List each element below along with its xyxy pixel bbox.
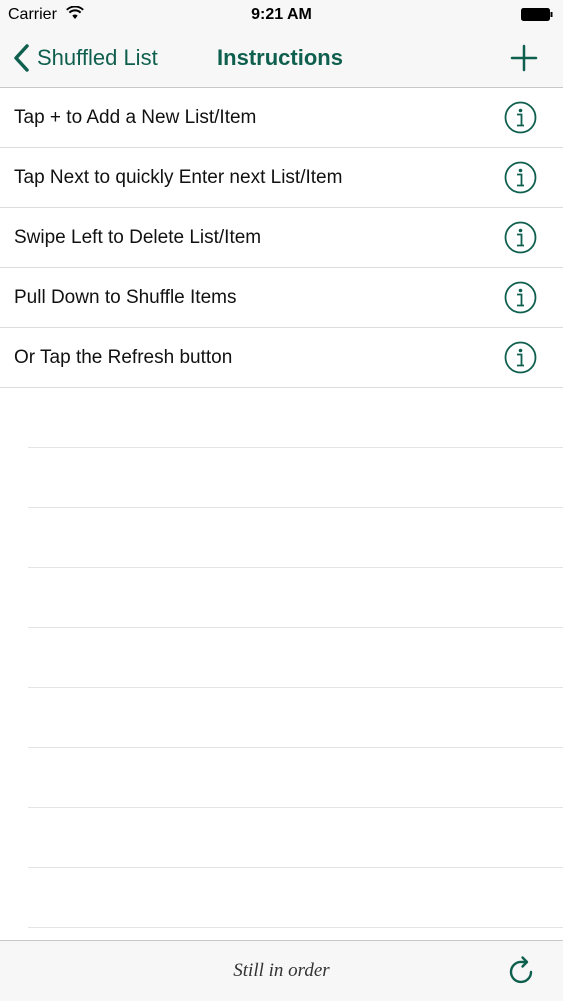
- info-icon[interactable]: [504, 341, 537, 374]
- info-icon[interactable]: [504, 161, 537, 194]
- battery-icon: [521, 8, 553, 21]
- info-icon[interactable]: [504, 221, 537, 254]
- navigation-bar: Shuffled List Instructions: [0, 30, 563, 88]
- empty-row: [28, 448, 563, 508]
- back-button[interactable]: Shuffled List: [12, 40, 158, 76]
- empty-row: [28, 568, 563, 628]
- back-button-label: Shuffled List: [37, 45, 158, 70]
- empty-row: [28, 688, 563, 748]
- list-item[interactable]: Or Tap the Refresh button: [0, 328, 563, 388]
- empty-row: [28, 508, 563, 568]
- list-item-label: Tap Next to quickly Enter next List/Item: [14, 167, 343, 188]
- refresh-icon[interactable]: [507, 955, 537, 987]
- list-item-label: Pull Down to Shuffle Items: [14, 287, 237, 308]
- list-item-label: Or Tap the Refresh button: [14, 347, 233, 368]
- list-item-label: Swipe Left to Delete List/Item: [14, 227, 262, 248]
- info-icon[interactable]: [504, 101, 537, 134]
- bottom-toolbar: Still in order: [0, 940, 563, 1001]
- empty-row: [28, 748, 563, 808]
- list-item[interactable]: Swipe Left to Delete List/Item: [0, 208, 563, 268]
- empty-row: [28, 628, 563, 688]
- shuffle-status-text: Still in order: [233, 960, 330, 981]
- list-item[interactable]: Tap + to Add a New List/Item: [0, 88, 563, 148]
- empty-row: [28, 868, 563, 928]
- list-item[interactable]: Tap Next to quickly Enter next List/Item: [0, 148, 563, 208]
- instruction-list: Tap + to Add a New List/Item Tap Next to…: [0, 88, 563, 928]
- list-item-label: Tap + to Add a New List/Item: [14, 107, 257, 128]
- chevron-left-icon: [14, 44, 29, 72]
- status-time: 9:21 AM: [251, 6, 312, 23]
- page-title: Instructions: [217, 45, 343, 70]
- plus-icon[interactable]: [509, 43, 539, 73]
- status-bar: Carrier 9:21 AM: [0, 0, 563, 30]
- empty-row: [28, 388, 563, 448]
- info-icon[interactable]: [504, 281, 537, 314]
- empty-row: [28, 808, 563, 868]
- list-item[interactable]: Pull Down to Shuffle Items: [0, 268, 563, 328]
